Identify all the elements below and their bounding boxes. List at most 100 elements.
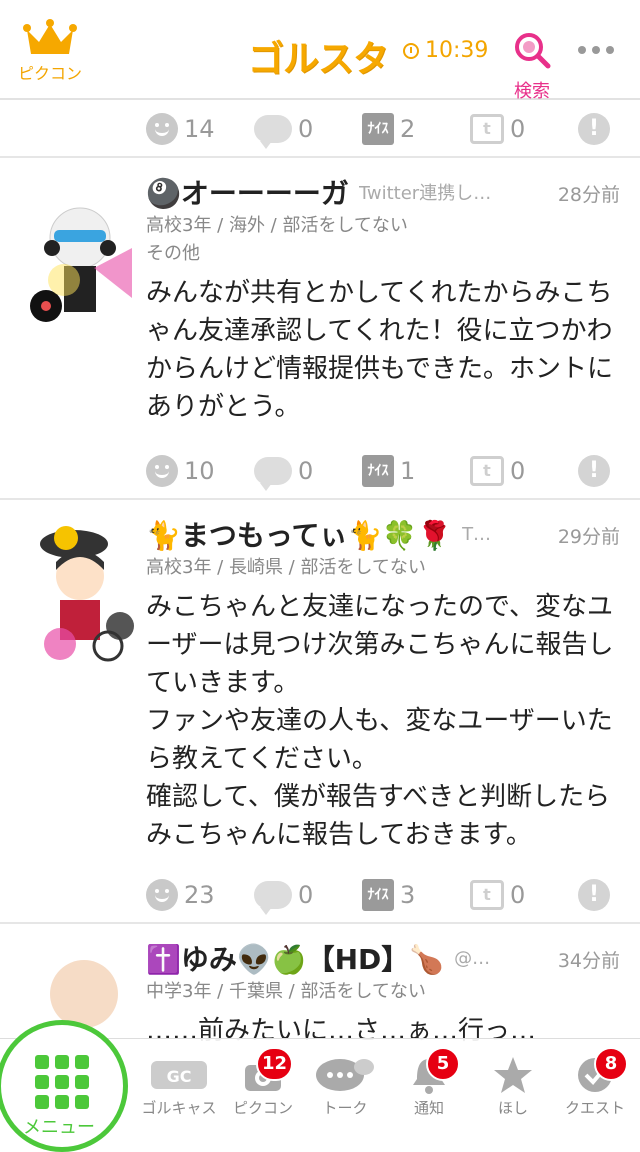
comment-icon xyxy=(254,881,292,915)
post-source: Twitter連携し… xyxy=(358,183,492,204)
twitter-icon: t xyxy=(470,880,504,910)
twitter-count: 0 xyxy=(510,115,526,143)
like-count: 10 xyxy=(184,457,215,485)
comment-count: 0 xyxy=(298,115,314,143)
report-icon: ! xyxy=(578,879,610,911)
post-time: 28分前 xyxy=(557,184,620,206)
nice-count: 3 xyxy=(400,881,416,909)
report-button[interactable]: ! xyxy=(578,113,610,145)
notification-badge: 8 xyxy=(594,1047,628,1081)
post-source: T… xyxy=(462,523,492,545)
post-header: ✝️ゆみ👽🍏【HD】🍗 @… 34分前 xyxy=(146,938,620,978)
menu-button[interactable]: メニュー xyxy=(0,1020,128,1152)
grid-icon xyxy=(35,1055,89,1109)
user-profile-meta: 中学3年 / 千葉県 / 部活をしてない xyxy=(146,981,426,1002)
post-item[interactable]: 🎱オーーーーガ Twitter連携し… 28分前 高校3年 / 海外 / 部活を… xyxy=(0,158,640,498)
avatar[interactable] xyxy=(24,188,136,338)
notification-badge: 12 xyxy=(256,1047,294,1081)
comment-button[interactable]: 0 xyxy=(254,457,314,491)
like-button[interactable]: 14 xyxy=(146,113,215,145)
post-header: 🎱オーーーーガ Twitter連携し… 28分前 xyxy=(146,172,620,212)
nice-icon: ﾅｲｽ xyxy=(362,113,394,145)
tab-label: ほし xyxy=(497,1099,528,1117)
svg-text:GC: GC xyxy=(167,1067,192,1086)
like-button[interactable]: 10 xyxy=(146,455,215,487)
tab-talk[interactable]: トーク xyxy=(300,1053,390,1118)
nice-icon: ﾅｲｽ xyxy=(362,879,394,911)
twitter-count: 0 xyxy=(510,881,526,909)
post-body: ✝️ゆみ👽🍏【HD】🍗 @… 34分前 中学3年 / 千葉県 / 部活をしてない… xyxy=(146,938,620,1050)
tab-label: クエスト xyxy=(564,1099,625,1117)
user-name[interactable]: 🎱オーーーーガ xyxy=(146,172,349,212)
nice-button[interactable]: ﾅｲｽ 2 xyxy=(362,113,415,145)
post-time: 34分前 xyxy=(557,950,620,972)
app-header: ピクコン ゴルスタ 10:39 検索 xyxy=(0,0,640,103)
search-button[interactable]: 検索 xyxy=(508,30,556,103)
comment-icon xyxy=(254,457,292,491)
comment-count: 0 xyxy=(298,881,314,909)
tab-golcas[interactable]: GC ゴルキャス xyxy=(134,1053,224,1118)
twitter-count: 0 xyxy=(510,457,526,485)
notification-badge: 5 xyxy=(426,1047,460,1081)
nice-icon: ﾅｲｽ xyxy=(362,455,394,487)
avatar[interactable] xyxy=(24,514,136,664)
post-text: みんなが共有とかしてくれたからみこちゃん友達承認してくれた！役に立つかわからんけ… xyxy=(146,278,613,422)
twitter-icon: t xyxy=(470,456,504,486)
like-count: 23 xyxy=(184,881,215,909)
nice-button[interactable]: ﾅｲｽ 1 xyxy=(362,455,415,487)
tab-pikukon[interactable]: ピクコン 12 xyxy=(218,1047,308,1118)
comment-button[interactable]: 0 xyxy=(254,881,314,915)
app-logo: ゴルスタ xyxy=(248,39,389,80)
like-button[interactable]: 23 xyxy=(146,879,215,911)
post-time: 29分前 xyxy=(557,526,620,548)
twitter-icon: t xyxy=(470,114,504,144)
tab-label: ゴルキャス xyxy=(141,1099,217,1117)
smile-icon xyxy=(146,455,178,487)
tab-notifications[interactable]: 通知 5 xyxy=(384,1047,474,1118)
chat-icon xyxy=(300,1053,390,1097)
post-header: 🐈まつもってぃ🐈🍀🌹 T… 29分前 xyxy=(146,514,620,554)
post-body: 🐈まつもってぃ🐈🍀🌹 T… 29分前 高校3年 / 長崎県 / 部活をしてない … xyxy=(146,514,620,854)
pikukon-button[interactable]: ピクコン xyxy=(10,18,90,84)
more-options-icon[interactable] xyxy=(578,46,614,54)
post-item[interactable]: 🐈まつもってぃ🐈🍀🌹 T… 29分前 高校3年 / 長崎県 / 部活をしてない … xyxy=(0,500,640,922)
comment-icon xyxy=(254,115,292,149)
crown-icon xyxy=(23,19,77,54)
report-button[interactable]: ! xyxy=(578,879,610,911)
star-icon xyxy=(468,1053,558,1097)
search-icon xyxy=(515,33,551,69)
user-name[interactable]: ✝️ゆみ👽🍏【HD】🍗 xyxy=(146,938,444,978)
twitter-share-button[interactable]: t0 xyxy=(470,114,525,144)
golcas-icon: GC xyxy=(134,1053,224,1097)
user-name[interactable]: 🐈まつもってぃ🐈🍀🌹 xyxy=(146,514,452,554)
tab-quest[interactable]: クエスト 8 xyxy=(550,1047,640,1118)
tab-label: トーク xyxy=(322,1099,368,1117)
user-profile-meta: 高校3年 / 長崎県 / 部活をしてない xyxy=(146,557,426,578)
report-icon: ! xyxy=(578,455,610,487)
post-actions: 14 0 ﾅｲｽ 2 t0 ! xyxy=(0,102,640,156)
post-actions: 10 0 ﾅｲｽ 1 t0 ! xyxy=(0,444,640,498)
twitter-share-button[interactable]: t0 xyxy=(470,880,525,910)
twitter-share-button[interactable]: t0 xyxy=(470,456,525,486)
pikukon-label: ピクコン xyxy=(17,64,82,83)
tab-stars[interactable]: ほし xyxy=(468,1053,558,1118)
nice-button[interactable]: ﾅｲｽ 3 xyxy=(362,879,415,911)
user-profile-meta: 高校3年 / 海外 / 部活をしてない xyxy=(146,215,408,236)
post-text: みこちゃんと友達になったので、変なユーザーは見つけ次第みこちゃんに報告していきま… xyxy=(146,592,614,850)
timeline-feed: 14 0 ﾅｲｽ 2 t0 ! 🎱オーーーーガ Twitter連携し… 28分前 … xyxy=(0,102,640,1050)
clock-icon xyxy=(403,42,419,59)
comment-count: 0 xyxy=(298,457,314,485)
clock: 10:39 xyxy=(403,38,488,63)
nice-count: 2 xyxy=(400,115,416,143)
search-label: 検索 xyxy=(514,81,550,102)
comment-button[interactable]: 0 xyxy=(254,115,314,149)
nice-count: 1 xyxy=(400,457,416,485)
smile-icon xyxy=(146,113,178,145)
tab-label: ピクコン xyxy=(232,1099,293,1117)
smile-icon xyxy=(146,879,178,911)
report-button[interactable]: ! xyxy=(578,455,610,487)
user-profile-meta-2: その他 xyxy=(146,243,200,264)
like-count: 14 xyxy=(184,115,215,143)
post-source: @… xyxy=(454,947,491,969)
tab-label: 通知 xyxy=(413,1099,444,1117)
